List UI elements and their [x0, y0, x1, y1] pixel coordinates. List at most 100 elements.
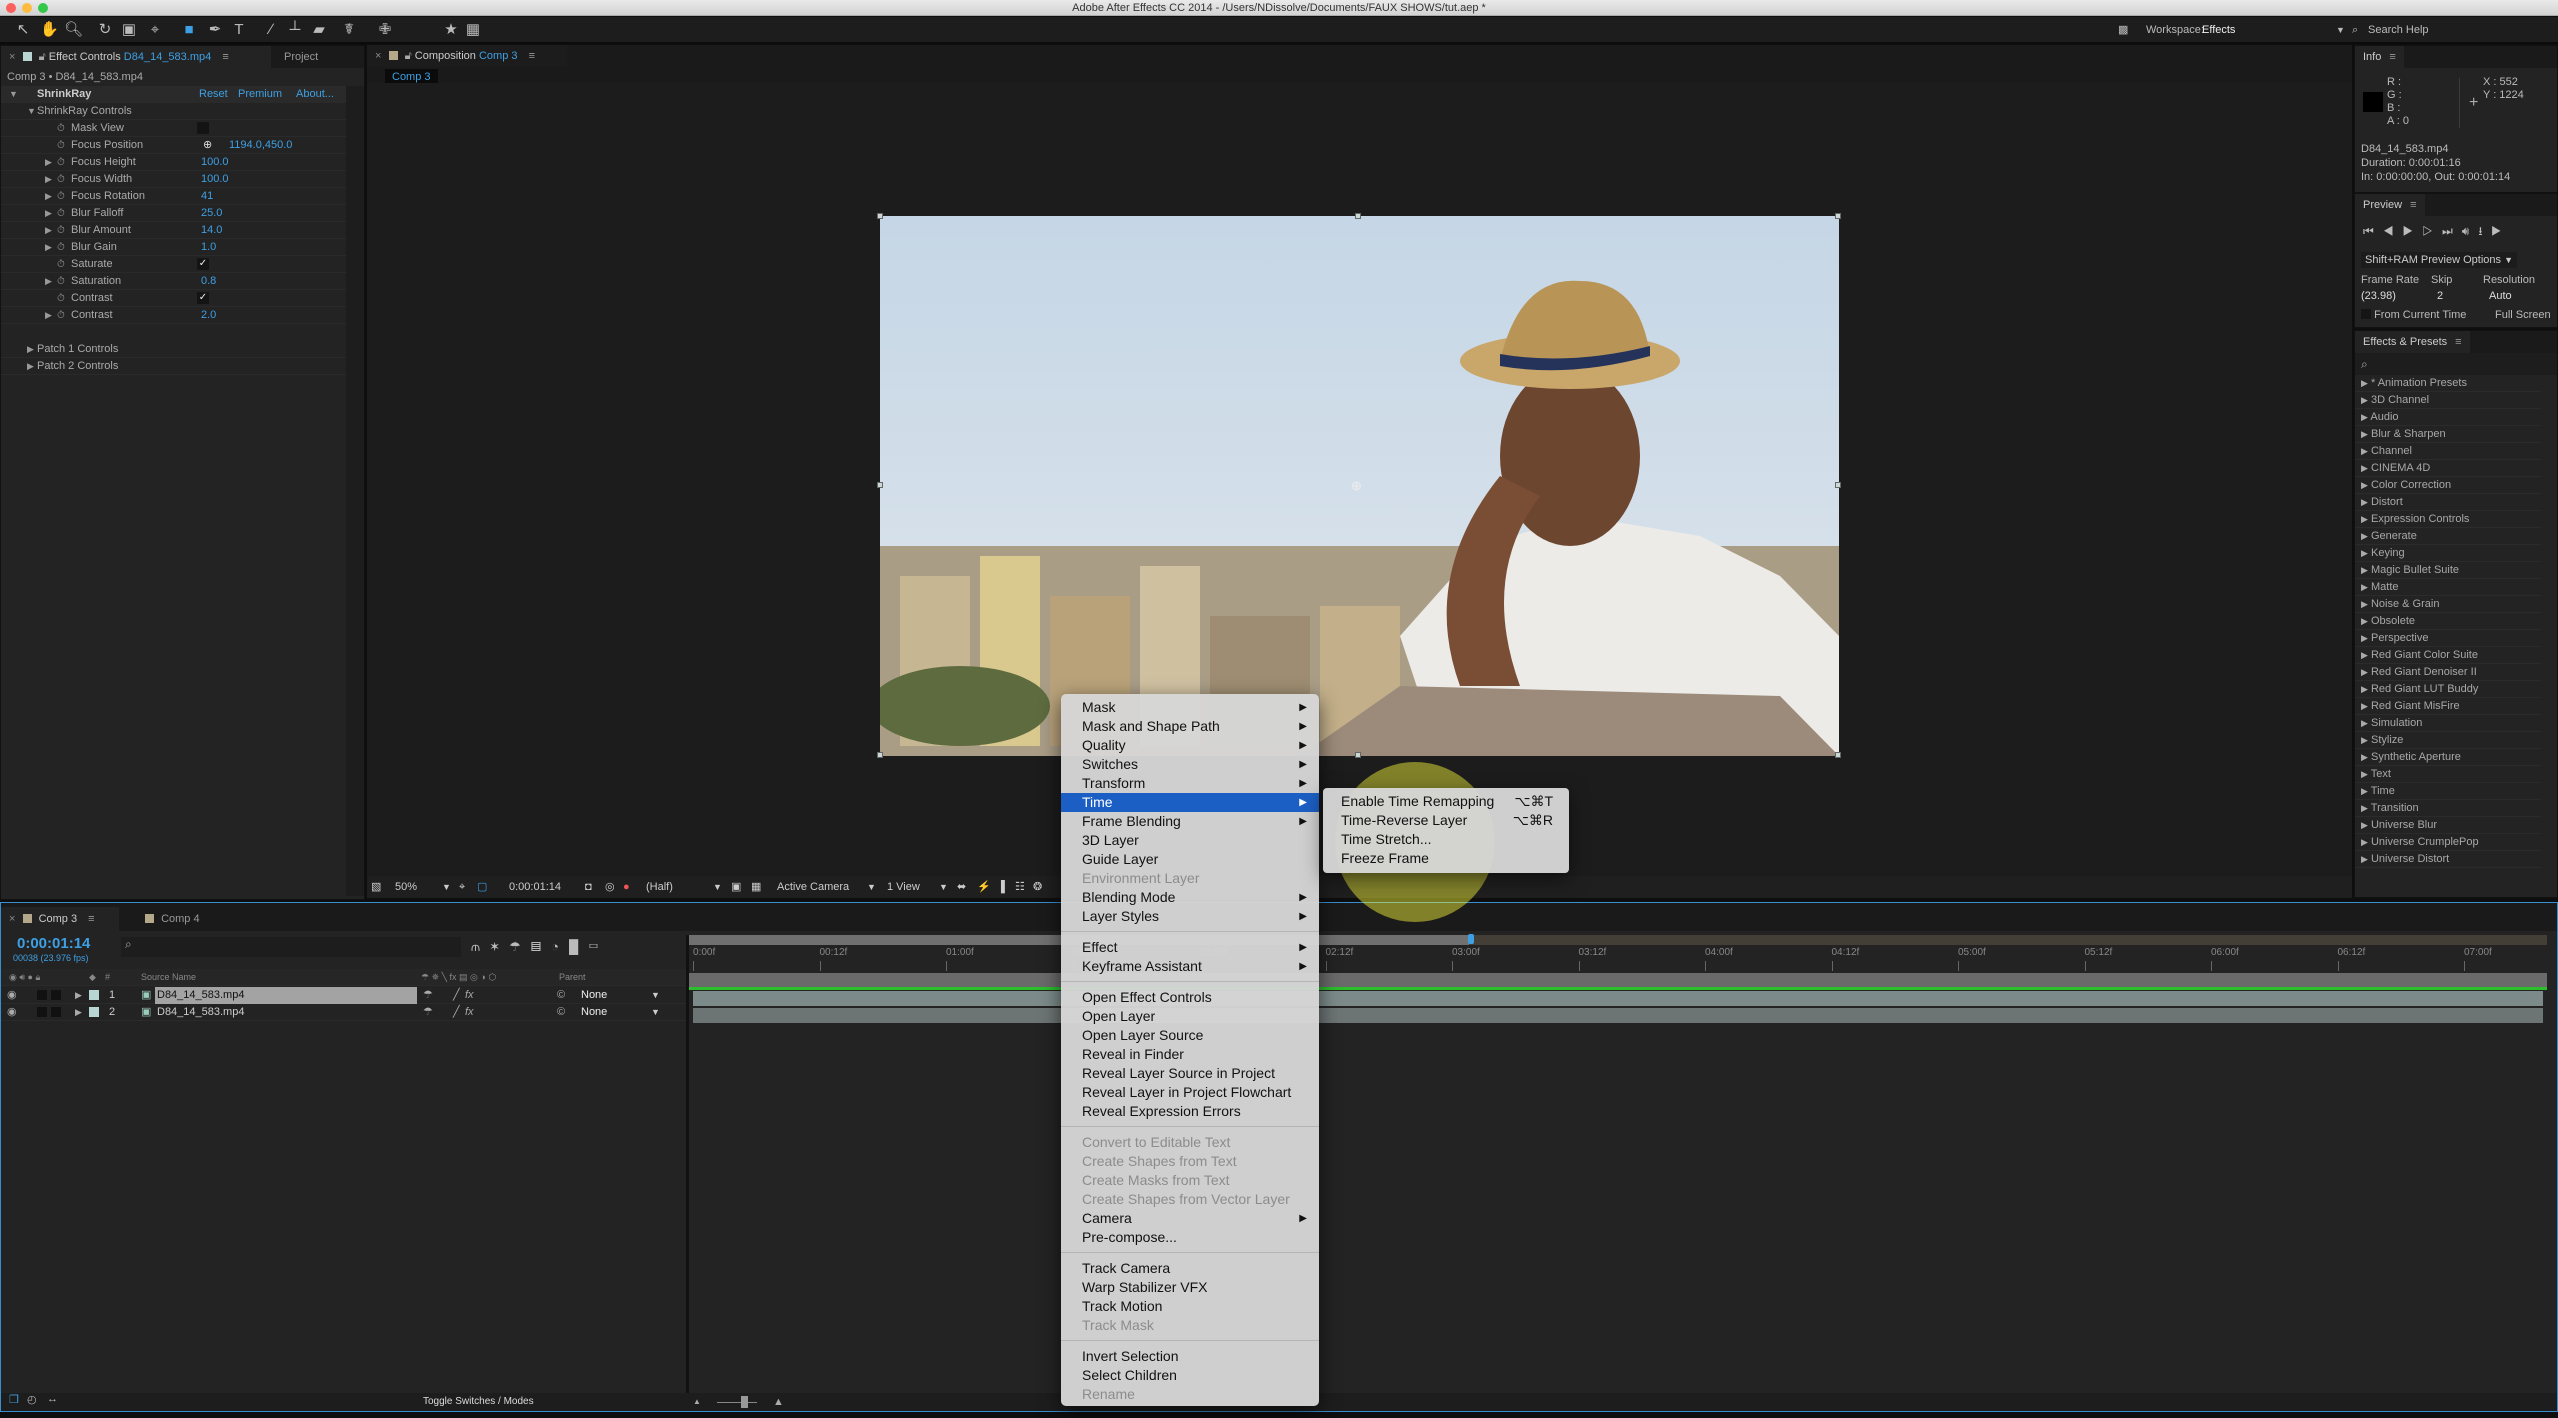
effect-category[interactable]: ▶ Obsolete — [2355, 613, 2541, 630]
param-value[interactable]: 1194.0,450.0 — [229, 137, 292, 154]
expand-triangle-icon[interactable]: ▶ — [2361, 701, 2368, 711]
panel-menu-icon[interactable]: ≡ — [88, 913, 94, 925]
grid-guide-icon[interactable]: ⌖ — [459, 876, 465, 898]
layer-row[interactable]: ◉ ▶ 1 ▣ D84_14_583.mp4 ☂ ╱ fx © None ▼ — [1, 987, 686, 1004]
effect-category[interactable]: ▶ CINEMA 4D — [2355, 460, 2541, 477]
star-icon[interactable]: ★ — [442, 21, 460, 39]
flowchart-icon[interactable]: ☷ — [1015, 876, 1025, 898]
effect-category[interactable]: ▶ Audio — [2355, 409, 2541, 426]
ram-preview-icon[interactable]: ▶ — [2492, 224, 2511, 238]
lock-icon[interactable]: 🔓︎ — [405, 50, 412, 62]
label-color-swatch[interactable] — [89, 1007, 99, 1017]
anchor-point-icon[interactable]: ⊕ — [1351, 478, 1362, 494]
menu-item[interactable]: Open Layer Source — [1061, 1026, 1319, 1045]
first-frame-icon[interactable]: ⏮ — [2363, 224, 2383, 238]
tab-composition[interactable]: × 🔓︎ Composition Comp 3 ≡ — [367, 45, 567, 67]
solo-toggle[interactable] — [51, 1007, 61, 1017]
expand-triangle-icon[interactable]: ▶ — [45, 273, 52, 290]
menu-item[interactable]: Keyframe Assistant ▶ — [1061, 957, 1319, 976]
effect-category[interactable]: ▶ Synthetic Aperture — [2355, 749, 2541, 766]
show-snapshot-icon[interactable]: ◎ — [605, 876, 615, 898]
stopwatch-icon[interactable]: ⏱︎ — [57, 154, 65, 171]
camera-tool-icon[interactable]: ▣ — [120, 21, 138, 39]
work-area-bar[interactable] — [689, 935, 2547, 945]
timeline-search-input[interactable]: ⌕ — [121, 937, 461, 957]
selection-tool-icon[interactable]: ↖ — [14, 21, 32, 39]
expand-triangle-icon[interactable]: ▶ — [2361, 718, 2368, 728]
effect-category[interactable]: ▶ Color Correction — [2355, 477, 2541, 494]
expand-triangle-icon[interactable]: ▶ — [2361, 599, 2368, 609]
reset-link[interactable]: Reset — [199, 86, 228, 103]
stopwatch-icon[interactable]: ⏱︎ — [57, 205, 65, 222]
expand-triangle-icon[interactable]: ▶ — [2361, 684, 2368, 694]
parent-select[interactable]: None — [581, 1004, 607, 1021]
scrollbar[interactable] — [346, 86, 364, 896]
param-checkbox[interactable]: ✓ — [197, 258, 209, 270]
workspace-select[interactable]: Effects — [2202, 17, 2342, 44]
menu-item[interactable]: Select Children — [1061, 1366, 1319, 1385]
param-value[interactable]: 41 — [201, 188, 213, 205]
graph-editor-icon[interactable]: ▭ — [588, 939, 608, 954]
pen-tool-icon[interactable]: ✒ — [206, 21, 224, 39]
layer-handle[interactable] — [1835, 752, 1841, 758]
tab-project[interactable]: Project — [276, 46, 326, 68]
chevron-down-icon[interactable]: ▼ — [651, 1004, 660, 1021]
effect-category[interactable]: ▶ Red Giant Color Suite — [2355, 647, 2541, 664]
submenu-item[interactable]: Time Stretch... — [1341, 830, 1561, 849]
expand-triangle-icon[interactable]: ▶ — [2361, 837, 2368, 847]
effect-param-row[interactable]: ▶ ⏱︎ Contrast 2.0 — [1, 307, 346, 324]
expand-triangle-icon[interactable]: ▶ — [2361, 752, 2368, 762]
effect-category[interactable]: ▶ Magic Bullet Suite — [2355, 562, 2541, 579]
layer-handle[interactable] — [1835, 213, 1841, 219]
brainstorm-icon[interactable]: █ — [569, 939, 588, 954]
zoom-out-icon[interactable]: ▲ — [693, 1393, 701, 1411]
zoom-slider[interactable] — [717, 1402, 757, 1403]
tab-preview[interactable]: Preview ≡ — [2355, 194, 2425, 216]
menu-item[interactable]: Pre-compose... — [1061, 1228, 1319, 1247]
timeline-current-time[interactable]: 0:00:01:14 — [17, 935, 90, 952]
effect-category[interactable]: ▶ Distort — [2355, 494, 2541, 511]
loop-icon[interactable]: ⭳ — [2478, 224, 2491, 238]
shy-icon[interactable]: ☂ — [423, 1004, 433, 1021]
eye-icon[interactable]: ◉ — [7, 987, 17, 1004]
draft-3d-icon[interactable]: ✶ — [490, 939, 509, 954]
menu-item[interactable]: Reveal in Finder — [1061, 1045, 1319, 1064]
mask-visibility-icon[interactable]: ▢ — [477, 876, 487, 898]
chevron-down-icon[interactable]: ▼ — [442, 876, 451, 898]
skip-select[interactable]: 2 — [2437, 290, 2443, 302]
expand-triangle-icon[interactable]: ▶ — [2361, 616, 2368, 626]
menu-item[interactable]: Frame Blending ▶ — [1061, 812, 1319, 831]
effect-category[interactable]: ▶ Channel — [2355, 443, 2541, 460]
effect-category[interactable]: ▶ Universe Blur — [2355, 817, 2541, 834]
layer-bar[interactable] — [693, 1008, 2543, 1023]
expand-triangle-icon[interactable]: ▶ — [2361, 395, 2368, 405]
expand-triangle-icon[interactable]: ▶ — [2361, 565, 2368, 575]
stopwatch-icon[interactable]: ⏱︎ — [57, 120, 65, 137]
solo-toggle[interactable] — [51, 990, 61, 1000]
menu-item[interactable]: Guide Layer — [1061, 850, 1319, 869]
preview-options-dropdown[interactable]: Shift+RAM Preview Options ▼ — [2361, 252, 2518, 268]
menu-item[interactable]: 3D Layer — [1061, 831, 1319, 850]
layer-handle[interactable] — [877, 752, 883, 758]
effect-category[interactable]: ▶ Red Giant LUT Buddy — [2355, 681, 2541, 698]
close-window-button[interactable] — [6, 3, 16, 13]
panel-menu-icon[interactable]: ≡ — [2455, 336, 2461, 348]
menu-item[interactable]: Track Motion — [1061, 1297, 1319, 1316]
effect-param-row[interactable]: ▶ ⏱︎ Focus Width 100.0 — [1, 171, 346, 188]
zoom-slider-thumb[interactable] — [741, 1396, 748, 1408]
frame-rate-select[interactable]: (23.98) — [2361, 290, 2396, 302]
effect-param-row[interactable]: ⏱︎ Mask View — [1, 120, 346, 137]
layer-row[interactable]: ◉ ▶ 2 ▣ D84_14_583.mp4 ☂ ╱ fx © None ▼ — [1, 1004, 686, 1021]
effect-param-row[interactable]: ▶ ⏱︎ Focus Rotation 41 — [1, 188, 346, 205]
expand-triangle-icon[interactable]: ▶ — [27, 341, 34, 358]
stopwatch-icon[interactable]: ⏱︎ — [57, 290, 65, 307]
playhead[interactable] — [1468, 934, 1474, 944]
expand-triangle-icon[interactable]: ▶ — [2361, 633, 2368, 643]
close-tab-icon[interactable]: × — [9, 51, 15, 63]
effect-category[interactable]: ▶ Matte — [2355, 579, 2541, 596]
expand-triangle-icon[interactable]: ▶ — [2361, 650, 2368, 660]
layer-handle[interactable] — [1355, 752, 1361, 758]
menu-item[interactable]: Time ▶ — [1061, 793, 1319, 812]
expand-triangle-icon[interactable]: ▶ — [2361, 429, 2368, 439]
effect-category[interactable]: ▶ Transition — [2355, 800, 2541, 817]
